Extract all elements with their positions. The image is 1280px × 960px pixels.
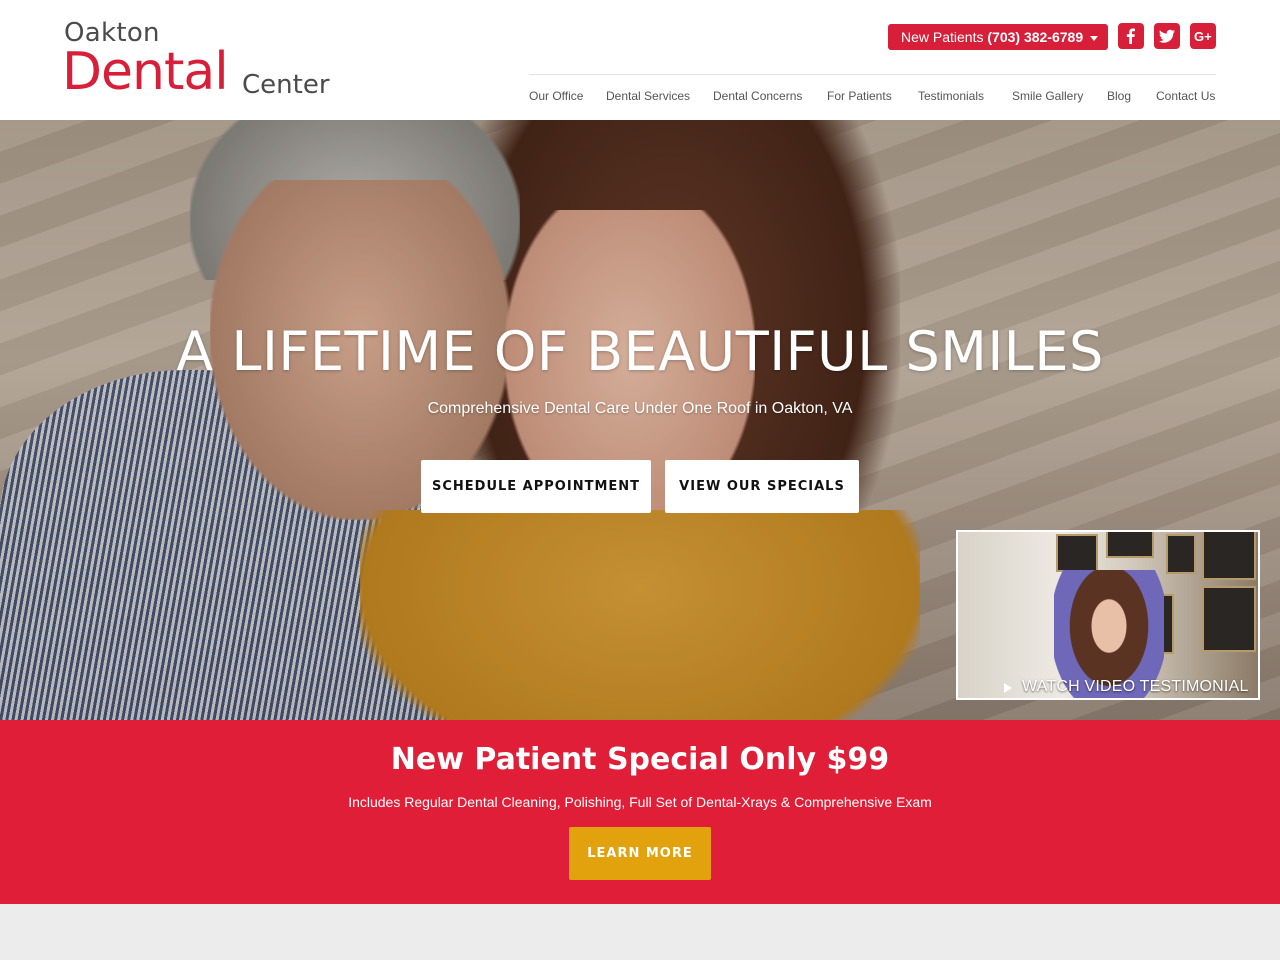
nav-item-contact-us[interactable]: Contact Us: [1156, 89, 1215, 105]
new-patients-phone: (703) 382-6789: [987, 29, 1084, 45]
view-specials-button[interactable]: VIEW OUR SPECIALS: [665, 460, 859, 513]
nav-item-for-patients[interactable]: For Patients: [827, 89, 892, 105]
facebook-icon[interactable]: [1118, 23, 1144, 49]
wall-frame: [1056, 534, 1098, 572]
play-icon: [1004, 683, 1012, 693]
nav-item-dental-services[interactable]: Dental Services: [606, 89, 690, 105]
site-logo[interactable]: Oakton Dental Center: [62, 18, 342, 102]
new-patient-special: New Patient Special Only $99 Includes Re…: [0, 720, 1280, 904]
video-label: WATCH VIDEO TESTIMONIAL: [1022, 678, 1249, 695]
twitter-icon[interactable]: [1154, 23, 1180, 49]
wall-frame: [1202, 586, 1256, 652]
below-fold-section: [0, 904, 1280, 960]
hero-title: A LIFETIME OF BEAUTIFUL SMILES: [176, 320, 1104, 383]
wall-frame: [1202, 532, 1256, 580]
new-patients-label: New Patients: [901, 29, 984, 45]
nav-item-blog[interactable]: Blog: [1107, 89, 1131, 105]
special-description: Includes Regular Dental Cleaning, Polish…: [348, 794, 932, 810]
logo-line-3: Center: [242, 70, 330, 100]
special-title: New Patient Special Only $99: [390, 742, 890, 777]
nav-item-dental-concerns[interactable]: Dental Concerns: [713, 89, 802, 105]
hero-subtitle: Comprehensive Dental Care Under One Roof…: [427, 400, 853, 417]
video-testimonial[interactable]: WATCH VIDEO TESTIMONIAL: [956, 530, 1260, 700]
svg-text:G+: G+: [1194, 29, 1212, 44]
nav-item-testimonials[interactable]: Testimonials: [918, 89, 984, 105]
caret-down-icon: [1090, 35, 1099, 41]
google-plus-icon[interactable]: G+: [1190, 23, 1216, 49]
wall-frame: [1106, 532, 1154, 558]
schedule-appointment-button[interactable]: SCHEDULE APPOINTMENT: [421, 460, 651, 513]
learn-more-button[interactable]: LEARN MORE: [569, 827, 711, 880]
nav-item-smile-gallery[interactable]: Smile Gallery: [1012, 89, 1083, 105]
hero-banner: A LIFETIME OF BEAUTIFUL SMILES Comprehen…: [0, 120, 1280, 720]
logo-line-2: Dental: [62, 42, 229, 102]
site-header: Oakton Dental Center New Patients (703) …: [0, 0, 1280, 120]
nav-item-our-office[interactable]: Our Office: [529, 89, 583, 105]
wall-frame: [1166, 534, 1196, 574]
nav-divider: [529, 74, 1216, 75]
new-patients-dropdown[interactable]: New Patients (703) 382-6789: [888, 24, 1108, 50]
